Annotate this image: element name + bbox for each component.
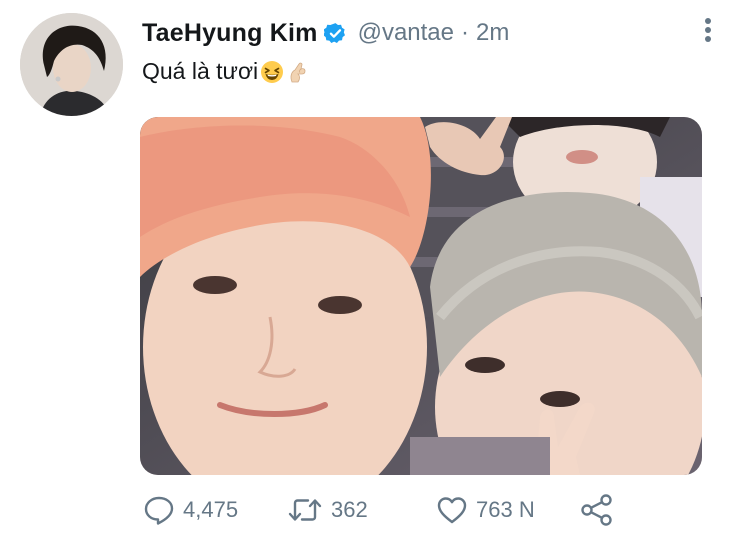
avatar-photo — [20, 13, 123, 116]
author-handle[interactable]: @vantae — [358, 19, 454, 47]
pinching-hand-emoji — [286, 60, 310, 84]
like-count: 763 N — [476, 497, 535, 522]
pinching-hand-icon — [290, 62, 306, 82]
reply-button[interactable]: 4,475 — [143, 488, 238, 532]
timestamp[interactable]: 2m — [476, 19, 509, 47]
avatar[interactable] — [20, 13, 123, 116]
tweet-text-content: Quá là tươi — [142, 58, 259, 84]
reply-icon — [144, 496, 174, 525]
meta-separator: · — [461, 19, 469, 46]
like-button[interactable]: 763 N — [436, 488, 535, 532]
share-button[interactable] — [580, 488, 614, 532]
selfie-photo — [140, 117, 702, 475]
share-icon — [581, 494, 612, 526]
retweet-count: 362 — [331, 497, 368, 522]
tweet-text: Quá là tươi — [142, 58, 310, 85]
verified-badge-icon — [323, 23, 345, 43]
grinning-squinting-face-emoji — [260, 60, 284, 84]
retweet-icon — [288, 499, 322, 521]
tweet-action-bar: 4,475 362 763 N — [0, 488, 750, 532]
retweet-button[interactable]: 362 — [287, 488, 368, 532]
tweet-header: TaeHyung Kim @vantae · 2m — [142, 16, 509, 50]
laughing-emoji-icon — [261, 60, 284, 83]
like-icon — [437, 497, 467, 524]
tweet-photo[interactable] — [140, 117, 702, 475]
more-options-icon — [705, 18, 711, 42]
reply-count: 4,475 — [183, 497, 239, 522]
author-name[interactable]: TaeHyung Kim — [142, 19, 318, 48]
more-options-button[interactable] — [698, 16, 718, 44]
